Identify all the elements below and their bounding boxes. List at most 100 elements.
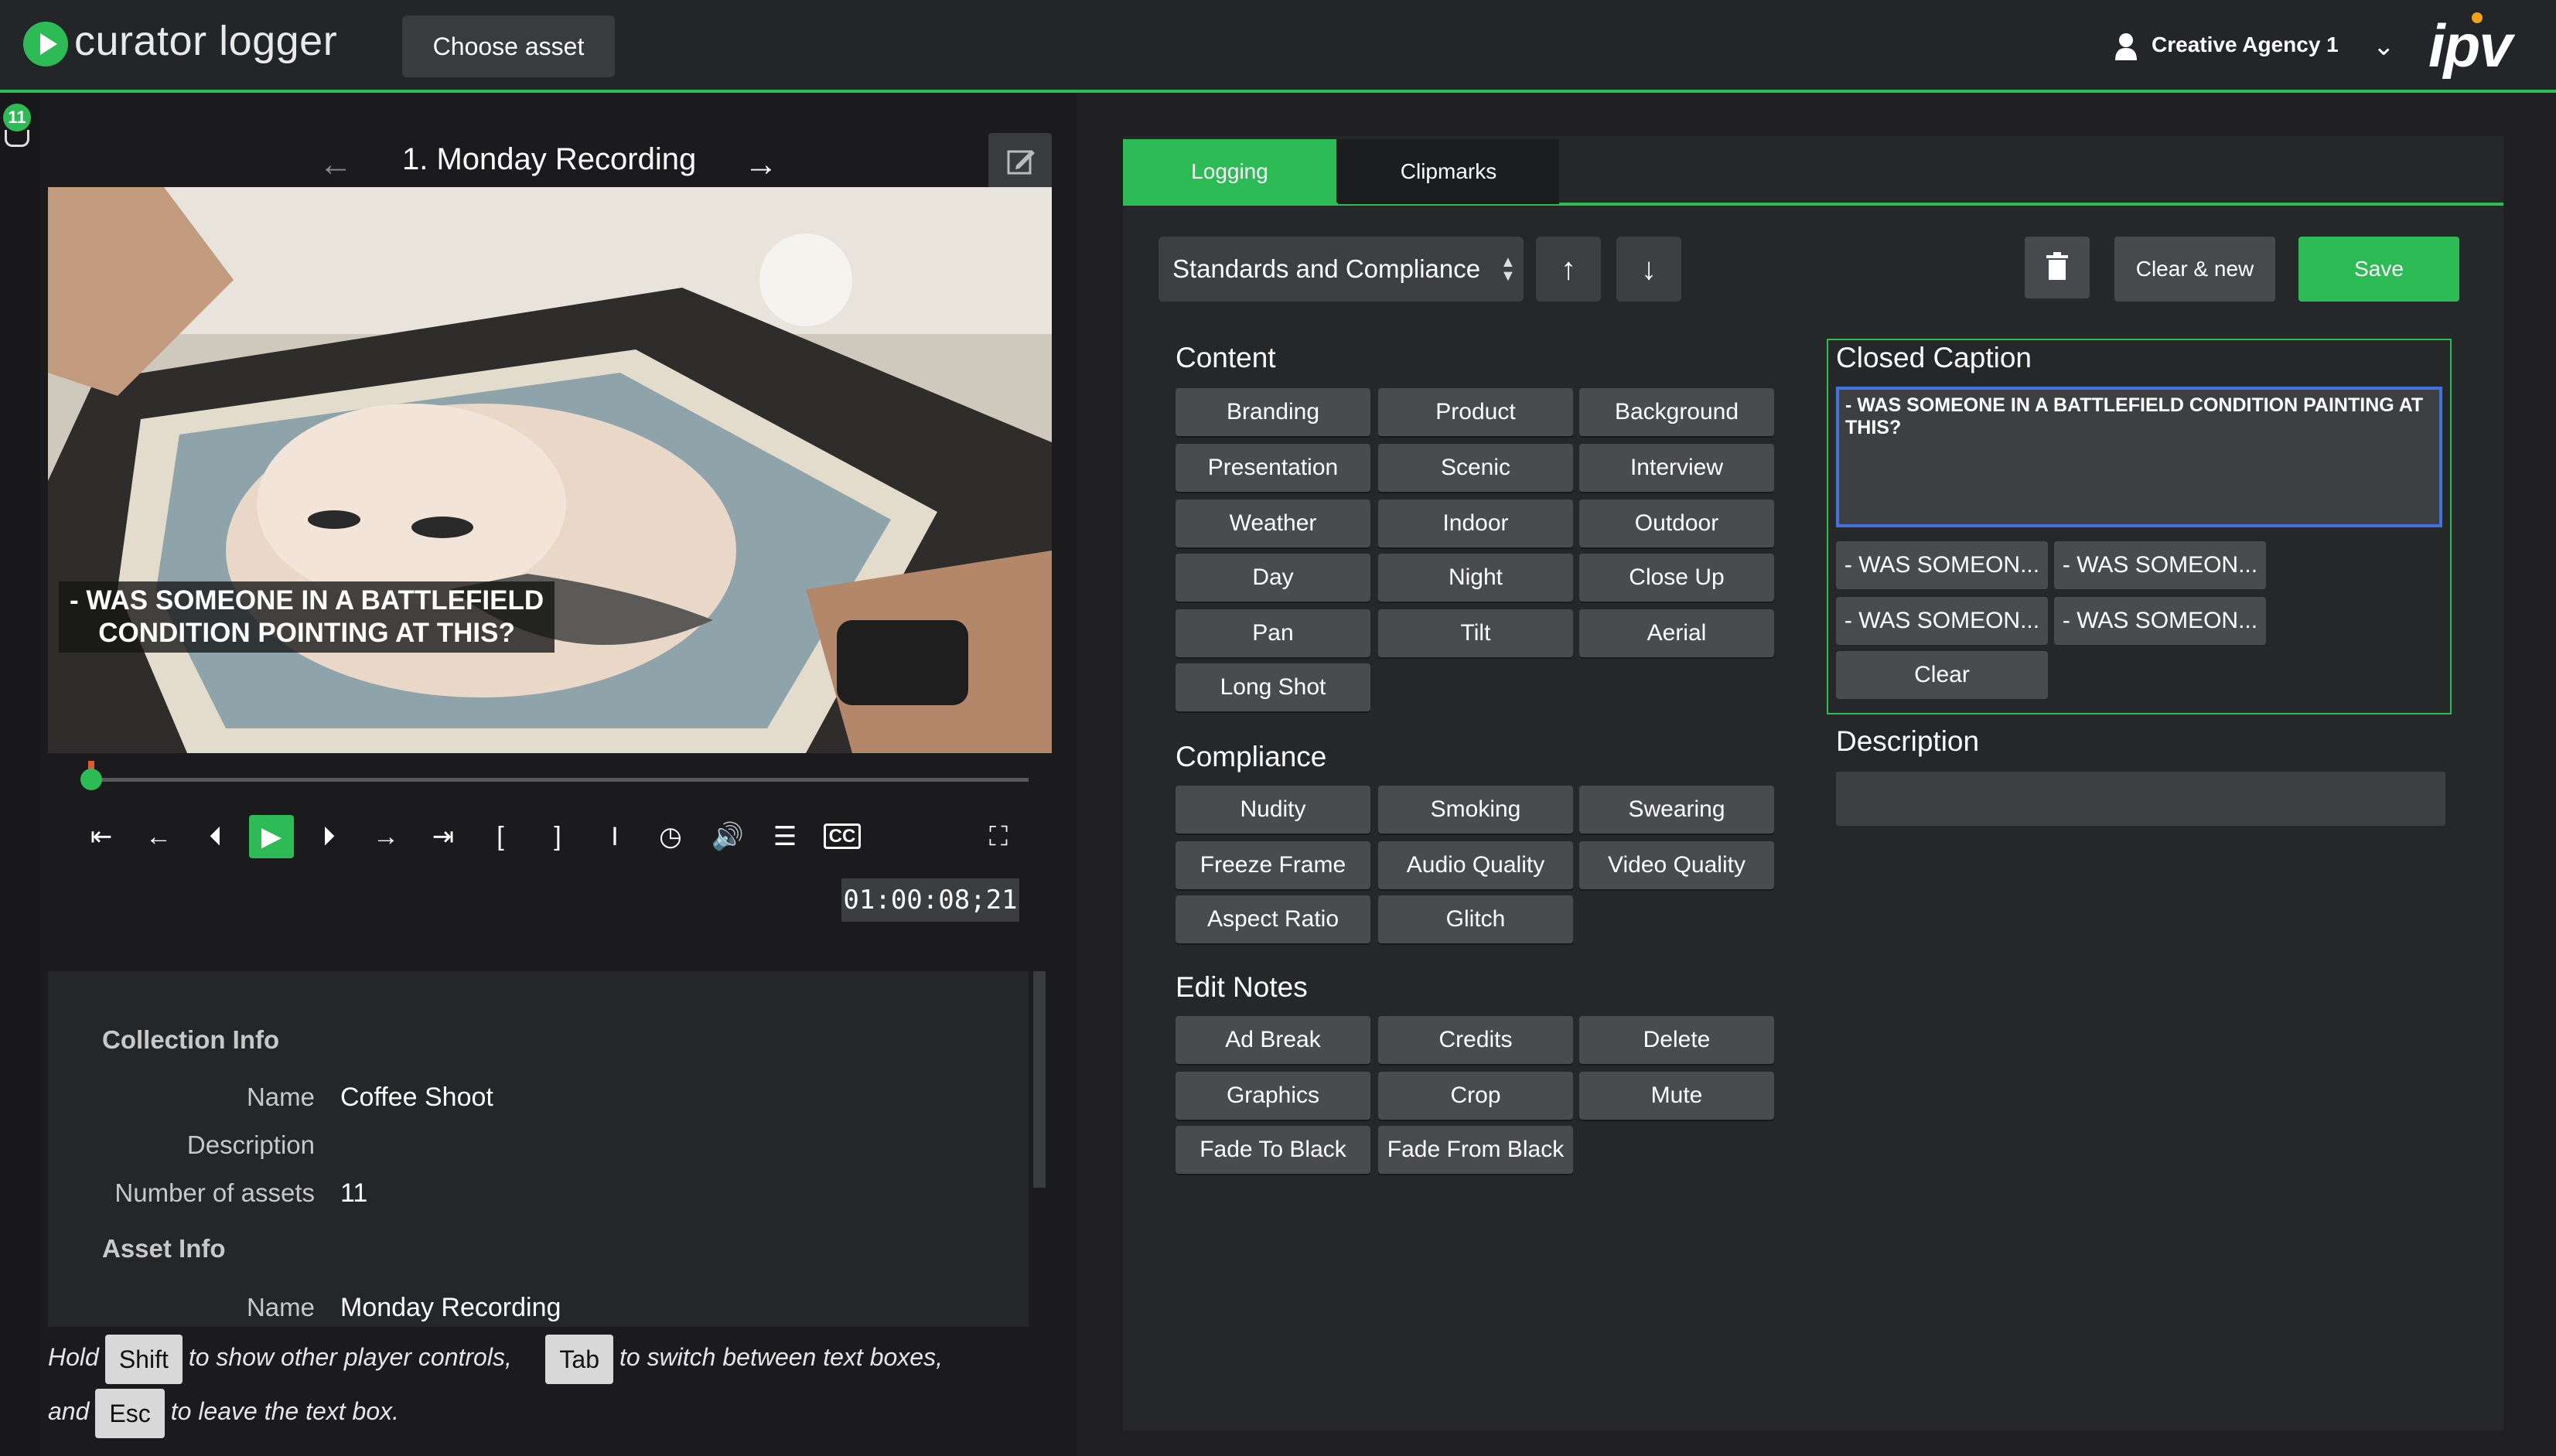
fullscreen-icon[interactable]: ⛶ — [976, 815, 1021, 858]
tag-button-mute[interactable]: Mute — [1579, 1072, 1774, 1120]
caption-suggestion-button[interactable]: - WAS SOMEON... — [2054, 541, 2266, 589]
tag-button-credits[interactable]: Credits — [1378, 1016, 1573, 1064]
description-input[interactable] — [1836, 772, 2445, 826]
choose-asset-button[interactable]: Choose asset — [402, 15, 615, 77]
tag-button-night[interactable]: Night — [1378, 554, 1573, 602]
move-down-button[interactable]: ↓ — [1616, 237, 1681, 302]
tag-button-product[interactable]: Product — [1378, 388, 1573, 436]
mark-in-icon[interactable]: [ — [478, 815, 523, 858]
timecode-display: 01:00:08;21 — [841, 878, 1019, 922]
subtitle-line: CONDITION POINTING AT THIS? — [98, 618, 515, 648]
keyboard-hint: Hold Shift to show other player controls, … — [48, 1330, 1053, 1438]
tag-button-audio-quality[interactable]: Audio Quality — [1378, 841, 1573, 889]
collection-description-label: Description — [186, 1130, 315, 1159]
play-icon[interactable]: ▶ — [249, 815, 294, 858]
tag-button-presentation[interactable]: Presentation — [1176, 444, 1370, 492]
next-asset-arrow-icon[interactable]: → — [744, 145, 778, 184]
mark-point-icon[interactable]: I — [592, 815, 637, 858]
hint-text: Hold — [48, 1343, 99, 1371]
logo-play-icon — [23, 22, 68, 66]
tag-button-smoking[interactable]: Smoking — [1378, 786, 1573, 834]
tag-button-graphics[interactable]: Graphics — [1176, 1072, 1370, 1120]
tag-button-indoor[interactable]: Indoor — [1378, 500, 1573, 547]
basket-icon[interactable] — [5, 130, 29, 147]
asset-count-badge: 11 — [3, 104, 31, 131]
go-to-in-icon[interactable]: ⇤ — [79, 815, 124, 858]
tab-clipmarks[interactable]: Clipmarks — [1338, 139, 1559, 204]
tag-button-delete[interactable]: Delete — [1579, 1016, 1774, 1064]
asset-name-label: Name — [246, 1293, 315, 1321]
tag-button-fade-to-black[interactable]: Fade To Black — [1176, 1126, 1370, 1174]
tag-button-tilt[interactable]: Tilt — [1378, 609, 1573, 657]
tag-button-video-quality[interactable]: Video Quality — [1579, 841, 1774, 889]
closed-caption-textarea[interactable]: - WAS SOMEONE IN A BATTLEFIELD CONDITION… — [1836, 387, 2442, 527]
left-strip — [0, 93, 40, 1456]
video-frame[interactable] — [48, 187, 1052, 753]
user-icon — [2115, 33, 2137, 60]
tag-button-swearing[interactable]: Swearing — [1579, 786, 1774, 834]
go-to-out-icon[interactable]: ⇥ — [421, 815, 466, 858]
timeline-playhead[interactable] — [80, 769, 102, 790]
tag-button-pan[interactable]: Pan — [1176, 609, 1370, 657]
hint-text: to show other player controls, — [188, 1343, 512, 1371]
info-scrollbar[interactable] — [1033, 971, 1046, 1188]
user-name[interactable]: Creative Agency 1 — [2152, 32, 2339, 57]
volume-icon[interactable]: 🔊 — [705, 815, 750, 858]
compliance-heading: Compliance — [1176, 741, 1327, 772]
closed-caption-heading: Closed Caption — [1836, 342, 2032, 373]
tag-button-weather[interactable]: Weather — [1176, 500, 1370, 547]
chevron-down-icon[interactable]: ⌄ — [2373, 31, 2395, 62]
asset-info-heading: Asset Info — [102, 1234, 226, 1263]
brand-logo: ipv — [2428, 12, 2513, 80]
tag-button-interview[interactable]: Interview — [1579, 444, 1774, 492]
hint-text: to leave the text box. — [170, 1397, 400, 1425]
edit-icon — [1007, 150, 1035, 175]
tag-button-fade-from-black[interactable]: Fade From Black — [1378, 1126, 1573, 1174]
tab-logging[interactable]: Logging — [1123, 139, 1336, 204]
tag-button-branding[interactable]: Branding — [1176, 388, 1370, 436]
content-heading: Content — [1176, 342, 1276, 373]
previous-asset-arrow-icon[interactable]: ← — [319, 145, 353, 184]
tag-button-nudity[interactable]: Nudity — [1176, 786, 1370, 834]
mark-out-icon[interactable]: ] — [535, 815, 580, 858]
settings-sliders-icon[interactable]: ☰ — [763, 815, 807, 858]
clear-and-new-button[interactable]: Clear & new — [2114, 237, 2275, 302]
tag-button-background[interactable]: Background — [1579, 388, 1774, 436]
delete-button[interactable] — [2025, 237, 2090, 298]
frame-forward-icon[interactable]: ⏵ — [306, 815, 351, 858]
edit-button[interactable] — [988, 133, 1052, 193]
tag-button-long-shot[interactable]: Long Shot — [1176, 663, 1370, 711]
step-back-icon[interactable]: ← — [136, 815, 181, 858]
timeline-track[interactable] — [85, 778, 1029, 782]
save-button[interactable]: Save — [2298, 237, 2459, 302]
tag-button-close-up[interactable]: Close Up — [1579, 554, 1774, 602]
closed-captions-icon[interactable]: CC — [820, 815, 865, 858]
tag-button-day[interactable]: Day — [1176, 554, 1370, 602]
caption-clear-button[interactable]: Clear — [1836, 651, 2048, 699]
video-subtitle: - WAS SOMEONE IN A BATTLEFIELD CONDITION… — [59, 581, 555, 653]
edit-notes-heading: Edit Notes — [1176, 971, 1308, 1003]
tag-button-aspect-ratio[interactable]: Aspect Ratio — [1176, 895, 1370, 943]
move-up-button[interactable]: ↑ — [1536, 237, 1601, 302]
tag-button-glitch[interactable]: Glitch — [1378, 895, 1573, 943]
tag-button-outdoor[interactable]: Outdoor — [1579, 500, 1774, 547]
video-still-image — [48, 187, 1052, 753]
step-forward-icon[interactable]: → — [363, 815, 408, 858]
clock-icon[interactable]: ◷ — [648, 815, 693, 858]
tag-button-scenic[interactable]: Scenic — [1378, 444, 1573, 492]
caption-suggestion-button[interactable]: - WAS SOMEON... — [2054, 597, 2266, 645]
tag-button-freeze-frame[interactable]: Freeze Frame — [1176, 841, 1370, 889]
frame-back-icon[interactable]: ⏴ — [193, 815, 238, 858]
select-arrows-icon: ▲ ▼ — [1500, 254, 1516, 285]
hint-text: to switch between text boxes, — [619, 1343, 943, 1371]
caption-suggestion-button[interactable]: - WAS SOMEON... — [1836, 597, 2048, 645]
preset-select[interactable]: Standards and Compliance — [1159, 237, 1524, 302]
tag-button-crop[interactable]: Crop — [1378, 1072, 1573, 1120]
caption-suggestion-button[interactable]: - WAS SOMEON... — [1836, 541, 2048, 589]
subtitle-line: - WAS SOMEONE IN A BATTLEFIELD — [70, 585, 544, 615]
tab-key: Tab — [545, 1334, 613, 1384]
app-title: curator logger — [74, 18, 338, 64]
tag-button-ad-break[interactable]: Ad Break — [1176, 1016, 1370, 1064]
trash-icon — [2046, 252, 2068, 280]
tag-button-aerial[interactable]: Aerial — [1579, 609, 1774, 657]
